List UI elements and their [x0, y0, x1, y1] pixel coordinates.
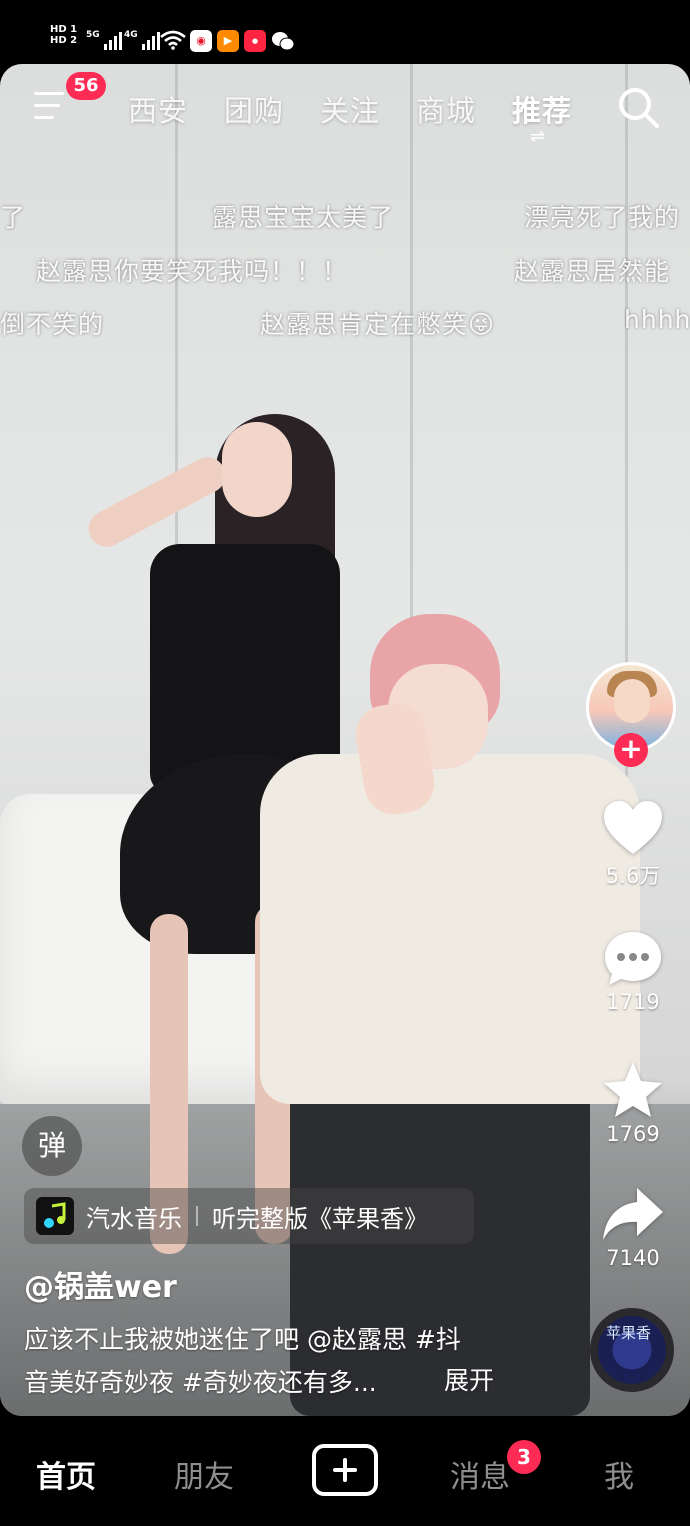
follow-button[interactable]: +: [614, 733, 648, 767]
star-icon: [604, 1062, 662, 1117]
author-name[interactable]: @锅盖wer: [24, 1262, 177, 1306]
danmaku-item: 赵露思你要笑死我吗！！！: [36, 257, 349, 286]
music-disc[interactable]: 苹果香: [590, 1308, 674, 1392]
top-nav: 56 西安 团购 关注 商城 推荐 ⇌: [0, 64, 690, 154]
wifi-icon: [160, 30, 186, 50]
active-tab-indicator: ⇌: [530, 126, 546, 147]
heart-icon: [604, 801, 662, 854]
share-icon: [603, 1188, 663, 1240]
music-card[interactable]: 汽水音乐 听完整版《苹果香》: [24, 1188, 474, 1244]
music-note-icon: [44, 1202, 66, 1228]
tab-group-buy[interactable]: 团购: [224, 88, 284, 130]
like-count: 5.6万: [605, 864, 661, 888]
avatar-face: [614, 679, 650, 723]
menu-icon[interactable]: [34, 92, 68, 122]
danmaku-item: 赵露思居然能: [514, 257, 671, 286]
tab-following[interactable]: 关注: [320, 88, 380, 130]
hd2-label: HD 2: [50, 35, 78, 46]
caption-line: 应该不止我被她迷住了吧 @赵露思 #抖: [24, 1325, 461, 1354]
message-badge: 3: [507, 1440, 541, 1474]
figure-arm: [82, 450, 232, 554]
search-icon[interactable]: [617, 86, 661, 130]
qishui-music-icon: [36, 1197, 74, 1235]
share-button[interactable]: 7140: [595, 1186, 671, 1270]
danmaku-toggle-button[interactable]: 弹: [22, 1116, 82, 1176]
hd-indicator: HD 1 HD 2: [50, 24, 77, 46]
tab-mall[interactable]: 商城: [416, 88, 476, 130]
signal-5g-icon: 5G: [86, 30, 122, 50]
danmaku-item: 露思宝宝太美了: [212, 203, 395, 232]
music-full-version-link[interactable]: 听完整版《苹果香》: [212, 1199, 428, 1234]
player-icon: ▶: [217, 30, 239, 52]
tab-friends[interactable]: 朋友: [174, 1452, 234, 1496]
divider: [196, 1206, 198, 1226]
tab-recommend[interactable]: 推荐: [512, 88, 572, 130]
expand-caption-button[interactable]: 展开: [444, 1361, 494, 1397]
danmaku-item: 了: [0, 203, 27, 232]
music-app-name: 汽水音乐: [86, 1204, 182, 1233]
danmaku-item: hhhh: [624, 305, 690, 334]
comment-button[interactable]: 1719: [595, 930, 671, 1014]
tab-home[interactable]: 首页: [36, 1452, 96, 1496]
danmaku-item: 赵露思肯定在憋笑😜: [260, 310, 496, 339]
xiaohongshu-icon: ●: [244, 30, 266, 52]
signal-4g-icon: 4G: [124, 30, 160, 50]
net1-label: 5G: [86, 30, 100, 40]
comment-icon: [605, 932, 661, 985]
create-button[interactable]: [312, 1444, 378, 1496]
net2-label: 4G: [124, 30, 138, 40]
notification-badge: 56: [66, 72, 106, 100]
weibo-icon: ◉: [190, 30, 212, 52]
status-bar: HD 1 HD 2 5G 4G ◉ ▶ ●: [0, 0, 690, 64]
wechat-icon: [272, 32, 295, 51]
share-count: 7140: [606, 1246, 660, 1270]
danmaku-item: 倒不笑的: [0, 310, 105, 339]
figure-face: [222, 422, 292, 517]
white-jacket: [260, 754, 640, 1104]
hd1-label: HD 1: [50, 24, 78, 35]
bottom-tab-bar: 首页 朋友 消息 3 我: [0, 1416, 690, 1526]
comment-count: 1719: [606, 990, 660, 1014]
danmaku-item: 漂亮死了我的: [524, 203, 681, 232]
disc-label: 苹果香: [606, 1324, 652, 1342]
tab-me[interactable]: 我: [604, 1452, 634, 1496]
tab-messages[interactable]: 消息: [450, 1452, 510, 1496]
like-button[interactable]: 5.6万: [595, 800, 671, 890]
tab-xian[interactable]: 西安: [128, 88, 188, 130]
favorite-count: 1769: [606, 1122, 660, 1146]
favorite-button[interactable]: 1769: [595, 1060, 671, 1146]
